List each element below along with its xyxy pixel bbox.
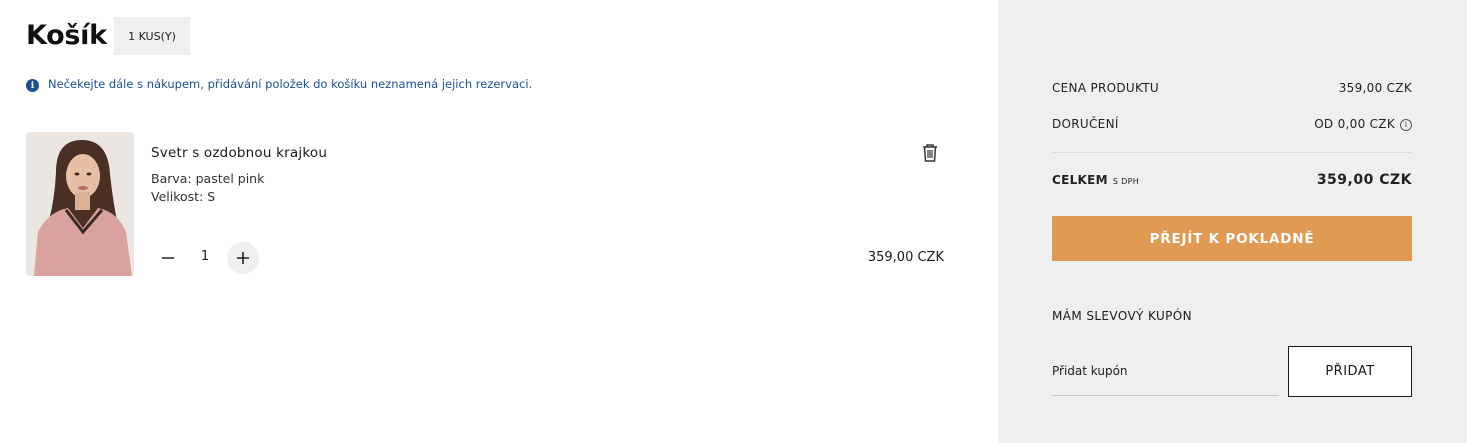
minus-icon (161, 256, 174, 259)
checkout-button[interactable]: PŘEJÍT K POKLADNĚ (1052, 216, 1412, 261)
quantity-value: 1 (200, 249, 210, 264)
total-label: CELKEM (1052, 173, 1108, 187)
product-price-row: CENA PRODUKTU 359,00 CZK (1052, 81, 1412, 95)
info-icon: i (26, 79, 39, 92)
product-price-value: 359,00 CZK (1338, 81, 1412, 95)
item-count-badge: 1 KUS(Y) (114, 17, 190, 55)
trash-icon[interactable] (919, 142, 941, 164)
total-label-wrap: CELKEM S DPH (1052, 173, 1139, 187)
add-coupon-button[interactable]: PŘIDAT (1288, 346, 1412, 397)
vat-note: S DPH (1112, 177, 1140, 186)
line-item-price: 359,00 CZK (867, 250, 944, 265)
cart-main: Košík 1 KUS(Y) i Nečekejte dále s nákupe… (0, 0, 998, 443)
product-image[interactable] (26, 132, 134, 276)
delivery-value: OD 0,00 CZK (1314, 117, 1395, 131)
product-color: Barva: pastel pink (151, 171, 265, 186)
coupon-input[interactable] (1052, 346, 1279, 396)
reservation-notice: i Nečekejte dále s nákupem, přidávání po… (26, 75, 532, 92)
delivery-value-wrap: OD 0,00 CZK i (1314, 117, 1412, 131)
delivery-label: DORUČENÍ (1052, 117, 1119, 131)
product-size: Velikost: S (151, 189, 216, 204)
plus-icon (237, 252, 249, 264)
increase-quantity-button[interactable] (227, 242, 259, 274)
delivery-row: DORUČENÍ OD 0,00 CZK i (1052, 117, 1412, 131)
info-circle-icon[interactable]: i (1400, 118, 1412, 131)
total-row: CELKEM S DPH 359,00 CZK (1052, 172, 1412, 188)
product-name[interactable]: Svetr s ozdobnou krajkou (151, 145, 327, 161)
product-price-label: CENA PRODUKTU (1052, 81, 1159, 95)
coupon-title: MÁM SLEVOVÝ KUPÓN (1052, 309, 1192, 323)
summary-divider (1052, 152, 1412, 153)
order-summary: CENA PRODUKTU 359,00 CZK DORUČENÍ OD 0,0… (998, 0, 1467, 443)
total-value: 359,00 CZK (1316, 172, 1412, 188)
notice-text: Nečekejte dále s nákupem, přidávání polo… (48, 76, 533, 91)
decrease-quantity-button[interactable] (152, 242, 183, 273)
page-title: Košík (26, 20, 107, 51)
